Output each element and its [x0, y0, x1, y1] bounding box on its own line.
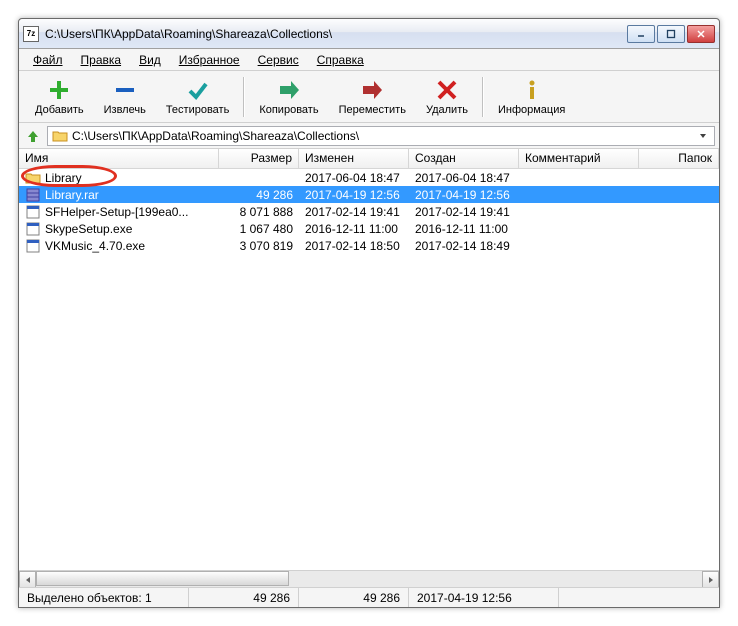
extract-label: Извлечь [104, 104, 146, 116]
menu-view[interactable]: Вид [131, 51, 169, 69]
file-name-text: Library.rar [45, 188, 99, 202]
move-arrow-icon [360, 78, 384, 102]
status-date: 2017-04-19 12:56 [409, 588, 559, 607]
header-created[interactable]: Создан [409, 149, 519, 168]
status-bar: Выделено объектов: 1 49 286 49 286 2017-… [19, 587, 719, 607]
scroll-right-button[interactable] [702, 571, 719, 587]
cell-size: 49 286 [219, 188, 299, 202]
status-size: 49 286 [189, 588, 299, 607]
close-button[interactable] [687, 25, 715, 43]
cell-created: 2017-02-14 18:49 [409, 239, 519, 253]
menu-help[interactable]: Справка [309, 51, 372, 69]
cell-created: 2017-06-04 18:47 [409, 171, 519, 185]
cell-modified: 2017-02-14 18:50 [299, 239, 409, 253]
file-row[interactable]: VKMusic_4.70.exe 3 070 8192017-02-14 18:5… [19, 237, 719, 254]
extract-button[interactable]: Извлечь [94, 73, 156, 121]
scroll-track[interactable] [36, 571, 702, 587]
move-button[interactable]: Переместить [329, 73, 416, 121]
rows-container: Library2017-06-04 18:472017-06-04 18:47L… [19, 169, 719, 570]
cell-size: 1 067 480 [219, 222, 299, 236]
file-row[interactable]: SkypeSetup.exe1 067 4802016-12-11 11:002… [19, 220, 719, 237]
folder-icon [52, 128, 68, 144]
minus-icon [113, 78, 137, 102]
file-name-text: Library [45, 171, 82, 185]
address-dropdown[interactable] [696, 132, 710, 140]
address-bar [19, 123, 719, 149]
file-row[interactable]: SFHelper-Setup-[199ea0...8 071 8882017-0… [19, 203, 719, 220]
horizontal-scrollbar[interactable] [19, 570, 719, 587]
header-folders[interactable]: Папок [639, 149, 719, 168]
check-icon [186, 78, 210, 102]
info-label: Информация [498, 104, 565, 116]
cell-modified: 2017-02-14 19:41 [299, 205, 409, 219]
cell-modified: 2016-12-11 11:00 [299, 222, 409, 236]
header-name[interactable]: Имя [19, 149, 219, 168]
header-modified[interactable]: Изменен [299, 149, 409, 168]
test-label: Тестировать [166, 104, 230, 116]
up-button[interactable] [23, 126, 43, 146]
column-headers: Имя Размер Изменен Создан Комментарий Па… [19, 149, 719, 169]
cell-created: 2016-12-11 11:00 [409, 222, 519, 236]
cell-name: SkypeSetup.exe [19, 221, 219, 237]
delete-icon [435, 78, 459, 102]
address-input[interactable] [72, 129, 696, 143]
address-field[interactable] [47, 126, 715, 146]
cell-name: Library.rar [19, 187, 219, 203]
cell-size: 8 071 888 [219, 205, 299, 219]
toolbar-separator [482, 77, 484, 117]
copy-label: Копировать [259, 104, 318, 116]
toolbar-separator [243, 77, 245, 117]
cell-name: VKMusic_4.70.exe [19, 238, 219, 254]
info-icon [520, 78, 544, 102]
status-size2: 49 286 [299, 588, 409, 607]
minimize-button[interactable] [627, 25, 655, 43]
file-name-text: SFHelper-Setup-[199ea0... [45, 205, 188, 219]
menu-favorites[interactable]: Избранное [171, 51, 248, 69]
menu-bar: Файл Правка Вид Избранное Сервис Справка [19, 49, 719, 71]
file-list: Имя Размер Изменен Создан Комментарий Па… [19, 149, 719, 587]
cell-size: 3 070 819 [219, 239, 299, 253]
delete-label: Удалить [426, 104, 468, 116]
menu-tools[interactable]: Сервис [250, 51, 307, 69]
move-label: Переместить [339, 104, 406, 116]
cell-modified: 2017-04-19 12:56 [299, 188, 409, 202]
cell-created: 2017-04-19 12:56 [409, 188, 519, 202]
cell-name: SFHelper-Setup-[199ea0... [19, 204, 219, 220]
file-row[interactable]: Library.rar49 2862017-04-19 12:562017-04… [19, 186, 719, 203]
info-button[interactable]: Информация [488, 73, 575, 121]
cell-created: 2017-02-14 19:41 [409, 205, 519, 219]
scroll-left-button[interactable] [19, 571, 36, 587]
copy-button[interactable]: Копировать [249, 73, 328, 121]
file-name-text: SkypeSetup.exe [45, 222, 132, 236]
add-button[interactable]: Добавить [25, 73, 94, 121]
file-row[interactable]: Library 2017-06-04 18:472017-06-04 18:47 [19, 169, 719, 186]
file-name-text: VKMusic_4.70.exe [45, 239, 145, 253]
title-bar: 7z C:\Users\ПК\AppData\Roaming\Shareaza\… [19, 19, 719, 49]
toolbar: Добавить Извлечь Тестировать Копировать … [19, 71, 719, 123]
menu-file[interactable]: Файл [25, 51, 71, 69]
cell-modified: 2017-06-04 18:47 [299, 171, 409, 185]
copy-arrow-icon [277, 78, 301, 102]
app-window: 7z C:\Users\ПК\AppData\Roaming\Shareaza\… [18, 18, 720, 608]
cell-name: Library [19, 170, 219, 186]
status-spacer [559, 588, 719, 607]
scroll-thumb[interactable] [36, 571, 289, 586]
test-button[interactable]: Тестировать [156, 73, 240, 121]
menu-edit[interactable]: Правка [73, 51, 130, 69]
maximize-button[interactable] [657, 25, 685, 43]
app-icon: 7z [23, 26, 39, 42]
status-selection: Выделено объектов: 1 [19, 588, 189, 607]
window-title: C:\Users\ПК\AppData\Roaming\Shareaza\Col… [45, 27, 627, 41]
header-comment[interactable]: Комментарий [519, 149, 639, 168]
plus-icon [47, 78, 71, 102]
add-label: Добавить [35, 104, 84, 116]
header-size[interactable]: Размер [219, 149, 299, 168]
delete-button[interactable]: Удалить [416, 73, 478, 121]
